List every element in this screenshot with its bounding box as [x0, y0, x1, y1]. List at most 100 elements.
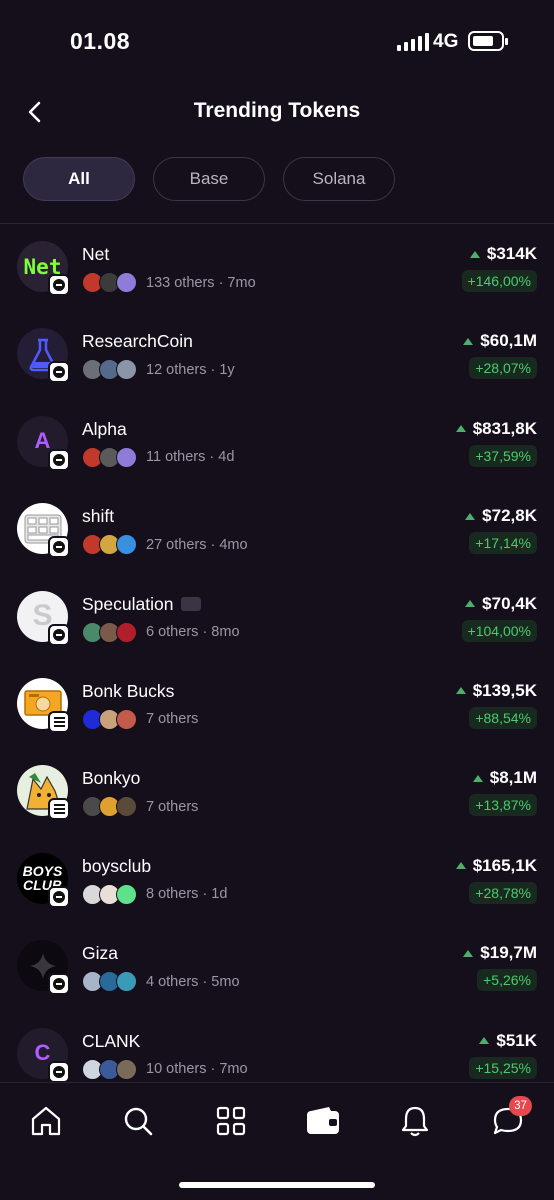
holders-count: 11 others	[146, 449, 206, 466]
holders-count: 10 others	[146, 1061, 207, 1078]
token-row-speculation[interactable]: S Speculation 6 others · 8mo $70,4K +104…	[0, 574, 554, 661]
holder-avatar	[116, 883, 137, 905]
nav-notifications[interactable]	[395, 1101, 435, 1141]
token-row-bonk-bucks[interactable]: Bonk Bucks 7 others $139,5K +88,54%	[0, 661, 554, 748]
up-arrow-icon	[463, 949, 474, 957]
up-arrow-icon	[463, 337, 474, 345]
filter-solana[interactable]: Solana	[283, 157, 395, 201]
signal-icon	[397, 33, 429, 51]
holders: 27 others · 4mo	[82, 534, 248, 556]
holders-count: 4 others	[146, 973, 199, 990]
holders: 12 others · 1y	[82, 359, 235, 381]
holder-avatar	[116, 796, 137, 818]
holders: 4 others · 5mo	[82, 971, 240, 993]
token-name: Alpha	[82, 418, 127, 439]
price-change-badge: +104,00%	[461, 619, 537, 642]
home-icon	[31, 1106, 61, 1136]
base-chain-badge	[48, 885, 70, 908]
token-name: boysclub	[82, 855, 152, 876]
token-price: $139,5K	[455, 681, 537, 701]
base-chain-badge	[48, 274, 70, 296]
holder-avatar	[116, 621, 137, 643]
holders: 10 others · 7mo	[82, 1058, 248, 1080]
nav-home[interactable]	[26, 1101, 66, 1141]
solana-chain-badge	[48, 798, 70, 821]
battery-icon	[468, 31, 508, 51]
token-name: Bonkyo	[82, 768, 141, 789]
token-row-bonkyo[interactable]: Bonkyo 7 others $8,1M +13,87%	[0, 748, 554, 835]
up-arrow-icon	[469, 250, 480, 258]
bottom-nav: 37	[0, 1082, 554, 1200]
filter-all[interactable]: All	[23, 157, 135, 201]
holders-count: 12 others	[146, 361, 207, 378]
search-icon	[124, 1107, 153, 1136]
boysclub-logo-text: BOYS	[22, 863, 63, 880]
token-price: $165,1K	[455, 856, 537, 876]
filter-base[interactable]: Base	[153, 157, 265, 201]
token-row-giza[interactable]: Giza 4 others · 5mo $19,7M +5,26%	[0, 923, 554, 1010]
holders-count: 7 others	[146, 711, 199, 728]
wallet-icon	[181, 597, 202, 612]
base-chain-badge	[48, 536, 70, 559]
up-arrow-icon	[455, 862, 466, 870]
header: Trending Tokens	[0, 80, 554, 144]
network-type: 4G	[433, 31, 459, 52]
alpha-logo-letter: A	[34, 428, 51, 454]
grid-icon	[216, 1106, 246, 1136]
token-name: ResearchCoin	[82, 331, 193, 352]
nav-apps[interactable]	[211, 1101, 251, 1141]
holder-avatar	[116, 446, 137, 468]
status-time: 01.08	[70, 28, 131, 54]
token-name: Speculation	[82, 594, 202, 615]
price-change-badge: +28,07%	[469, 357, 537, 380]
token-name: Net	[82, 244, 110, 264]
price-change-badge: +146,00%	[461, 270, 537, 292]
token-age: · 4d	[209, 449, 235, 466]
up-arrow-icon	[465, 600, 476, 608]
token-row-shift[interactable]: shift 27 others · 4mo $72,8K +17,14%	[0, 486, 554, 573]
token-row-alpha[interactable]: A Alpha 11 others · 4d $831,8K +37,59%	[0, 399, 554, 486]
holders: 7 others	[82, 796, 198, 818]
page-title: Trending Tokens	[193, 99, 361, 122]
nav-search[interactable]	[118, 1101, 158, 1141]
token-price: $72,8K	[465, 506, 537, 526]
token-name: Bonk Bucks	[82, 680, 175, 701]
up-arrow-icon	[472, 774, 483, 782]
token-name: Giza	[82, 943, 118, 964]
holder-avatar	[116, 971, 137, 993]
token-list: Net Net 133 others · 7mo $314K +146,00% …	[0, 224, 554, 1082]
holders: 133 others · 7mo	[82, 272, 256, 293]
bell-icon	[401, 1106, 429, 1137]
token-age: · 1d	[202, 886, 228, 903]
up-arrow-icon	[455, 425, 466, 433]
nav-wallet[interactable]	[303, 1101, 343, 1141]
clank-logo-letter: C	[34, 1040, 51, 1066]
holders-count: 8 others	[146, 886, 199, 903]
token-price: $60,1M	[463, 331, 537, 351]
price-change-badge: +5,26%	[477, 969, 537, 992]
token-price: $314K	[469, 244, 537, 264]
price-change-badge: +13,87%	[469, 794, 537, 817]
token-age: · 4mo	[210, 536, 248, 553]
holders: 8 others · 1d	[82, 883, 228, 905]
base-chain-badge	[48, 448, 70, 471]
holder-avatar	[116, 534, 137, 556]
holders: 11 others · 4d	[82, 446, 235, 468]
token-row-boysclub[interactable]: BOYS CLUB boysclub 8 others · 1d $165,1K…	[0, 836, 554, 923]
base-chain-badge	[48, 361, 70, 384]
price-change-badge: +37,59%	[469, 444, 537, 467]
token-row-net[interactable]: Net Net 133 others · 7mo $314K +146,00%	[0, 224, 554, 311]
token-age: · 8mo	[202, 624, 240, 641]
holder-avatar	[116, 1058, 137, 1080]
base-chain-badge	[48, 623, 70, 646]
token-age: · 7mo	[210, 1061, 248, 1078]
token-price: $70,4K	[465, 594, 537, 614]
token-name: shift	[82, 506, 115, 527]
holder-avatar	[116, 272, 137, 293]
token-row-researchcoin[interactable]: ResearchCoin 12 others · 1y $60,1M +28,0…	[0, 311, 554, 398]
holder-avatar	[116, 708, 137, 730]
token-row-clank[interactable]: C CLANK 10 others · 7mo $51K +15,25%	[0, 1011, 554, 1082]
notification-badge: 37	[509, 1096, 532, 1116]
up-arrow-icon	[479, 1037, 490, 1045]
chain-filter-tabs: All Base Solana	[23, 157, 395, 201]
